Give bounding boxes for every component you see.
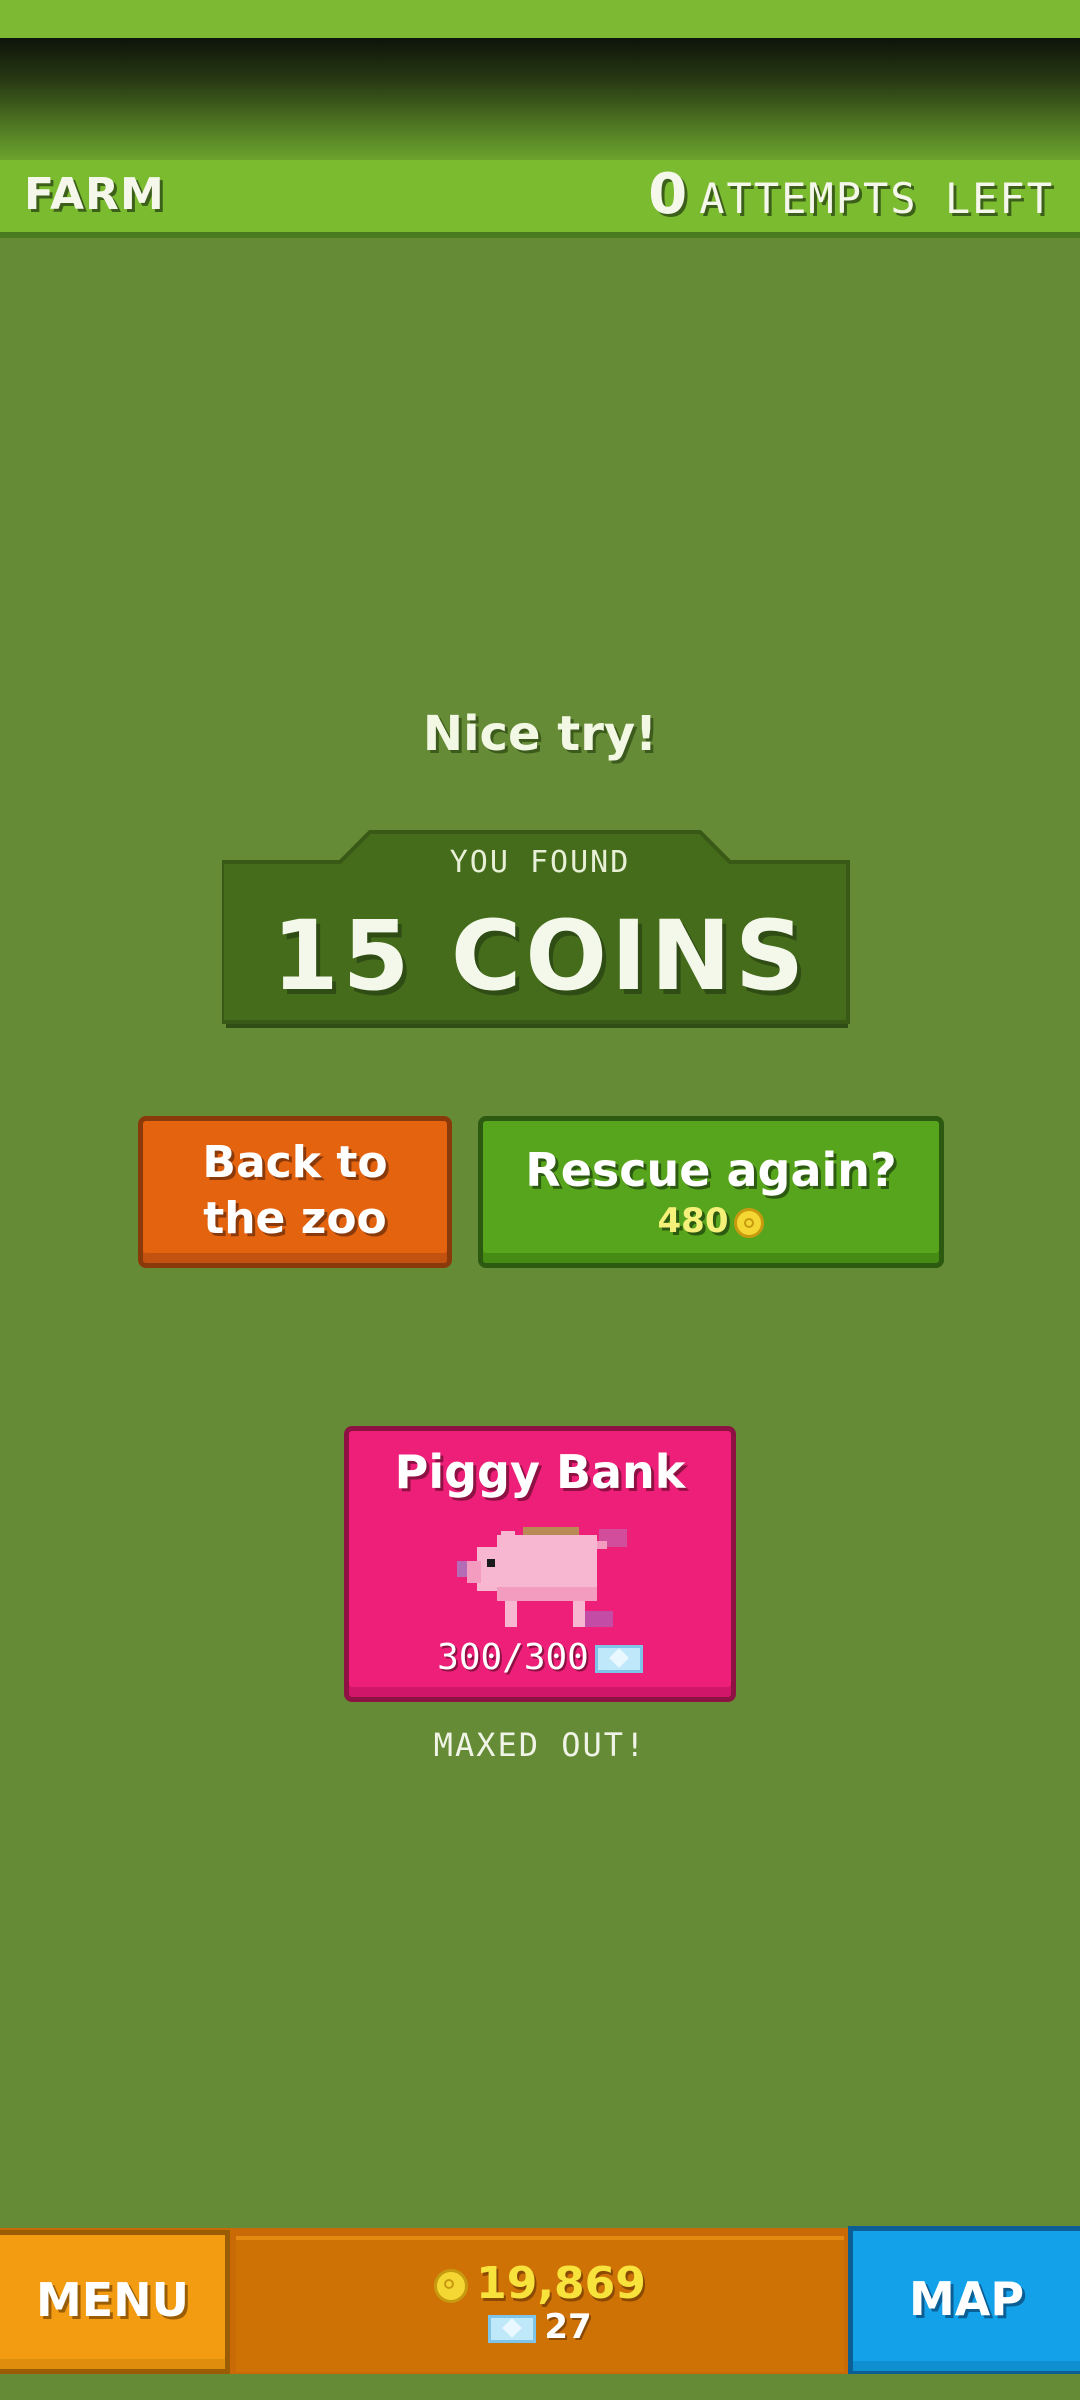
coin-balance-row: 19,869 — [236, 2258, 844, 2309]
gem-balance: 27 — [544, 2307, 592, 2347]
attempts-label: ATTEMPTS LEFT — [699, 174, 1054, 223]
found-label: YOU FOUND — [449, 845, 631, 880]
piggy-bank-title: Piggy Bank — [394, 1445, 686, 1499]
piggy-bank-progress: 300/300 — [437, 1637, 589, 1678]
currency-display: 19,869 27 — [236, 2236, 844, 2372]
status-bar — [0, 0, 1080, 38]
rescue-again-button[interactable]: Rescue again? 480 — [478, 1116, 944, 1268]
coin-icon — [734, 1207, 765, 1238]
gem-balance-row: 27 — [236, 2307, 844, 2347]
piggy-bank-status: MAXED OUT! — [433, 1726, 647, 1764]
navigation-bar — [0, 2374, 1080, 2400]
back-button-line1: Back to — [202, 1137, 388, 1188]
attempts-count: 0 — [648, 162, 688, 227]
menu-button[interactable]: MENU — [0, 2230, 230, 2374]
coin-icon — [434, 2269, 469, 2303]
top-shade — [0, 38, 1080, 168]
gem-icon — [594, 1645, 643, 1673]
gem-icon — [488, 2314, 537, 2343]
coin-balance: 19,869 — [476, 2258, 646, 2309]
piggy-bank-progress-row: 300/300 — [349, 1637, 731, 1678]
rescue-price: 480 — [657, 1201, 729, 1241]
back-to-zoo-button[interactable]: Back to the zoo — [138, 1116, 452, 1268]
attempts-indicator: 0 ATTEMPTS LEFT — [648, 162, 1054, 228]
map-button[interactable]: MAP — [848, 2226, 1080, 2376]
pig-icon — [457, 1527, 627, 1627]
piggy-bank-card[interactable]: Piggy Bank 300/300 — [344, 1426, 736, 1702]
location-label: FARM — [24, 169, 165, 220]
found-value: 15 COINS — [271, 900, 809, 1012]
rescue-price-row: 480 — [483, 1201, 939, 1241]
result-message: Nice try! — [422, 706, 658, 762]
back-button-line2: the zoo — [203, 1193, 387, 1244]
rescue-label: Rescue again? — [525, 1143, 897, 1197]
